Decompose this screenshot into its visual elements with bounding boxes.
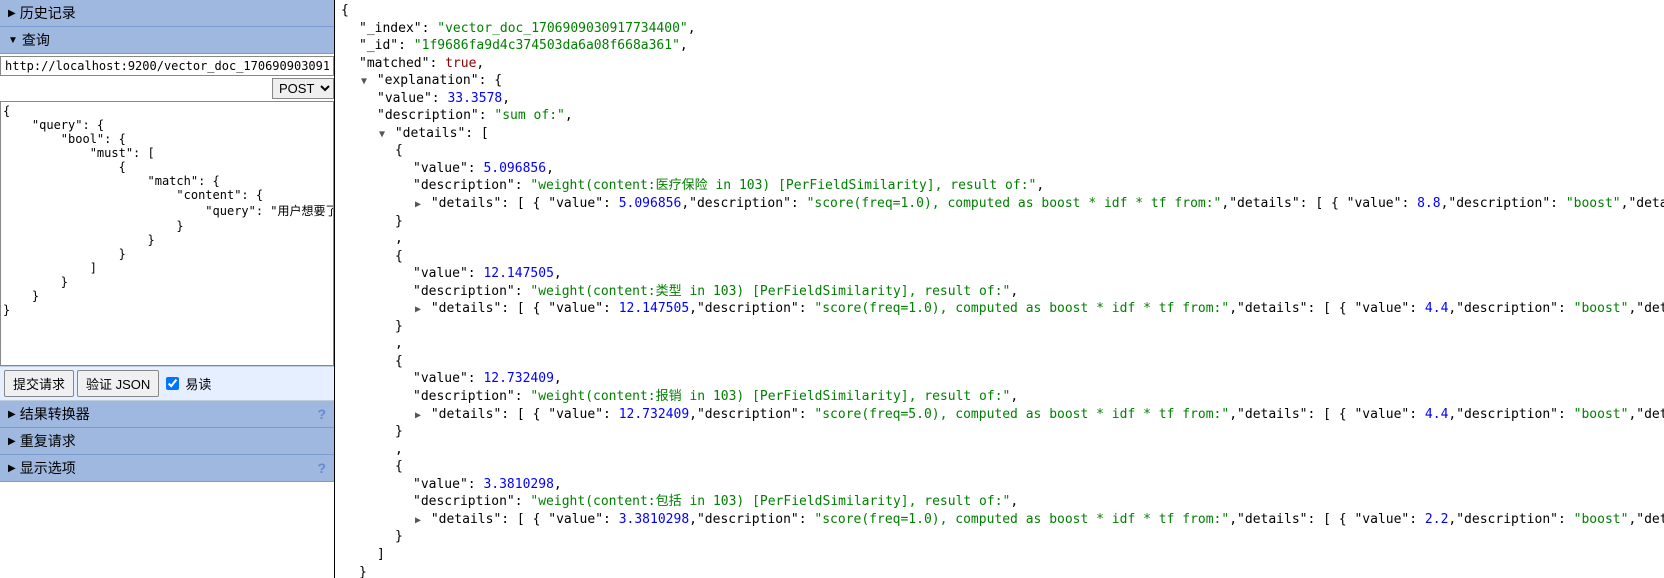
left-panel: ▶ 历史记录 ▼ 查询 POST 提交请求 验证 JSON 易读 ▶ 结果转换器… (0, 0, 335, 578)
json-line: "value": 33.3578, (341, 90, 1664, 108)
json-line: "value": 12.147505, (341, 265, 1664, 283)
json-line: } (341, 213, 1664, 231)
help-icon[interactable]: ? (317, 460, 326, 476)
display-section-header[interactable]: ▶ 显示选项 ? (0, 455, 334, 482)
json-line: "description": "weight(content:报销 in 103… (341, 388, 1664, 406)
json-line: } (341, 528, 1664, 546)
chevron-down-icon: ▼ (8, 35, 18, 46)
toggle-icon[interactable]: ▶ (413, 198, 423, 212)
json-line: ▶ "details": [ { "value": 3.3810298,"des… (341, 511, 1664, 529)
history-label: 历史记录 (20, 3, 76, 23)
toggle-icon[interactable]: ▶ (413, 303, 423, 317)
request-body-textarea[interactable] (0, 101, 334, 366)
json-line: , (341, 230, 1664, 248)
json-line: , (341, 441, 1664, 459)
json-line: { (341, 353, 1664, 371)
chevron-right-icon: ▶ (8, 8, 16, 19)
button-row: 提交请求 验证 JSON 易读 (0, 366, 334, 401)
json-line: ▼ "details": [ (341, 125, 1664, 143)
toggle-icon[interactable]: ▶ (413, 409, 423, 423)
json-line: } (341, 423, 1664, 441)
json-line: ▼ "explanation": { (341, 72, 1664, 90)
url-input[interactable] (0, 56, 334, 76)
chevron-right-icon: ▶ (8, 436, 16, 447)
query-label: 查询 (22, 30, 50, 50)
json-line: ▶ "details": [ { "value": 12.732409,"des… (341, 406, 1664, 424)
json-line: "_id": "1f9686fa9d4c374503da6a08f668a361… (341, 37, 1664, 55)
json-line: "value": 5.096856, (341, 160, 1664, 178)
json-line: { (341, 142, 1664, 160)
submit-button[interactable]: 提交请求 (4, 370, 74, 397)
json-line: { (341, 2, 1664, 20)
validate-json-button[interactable]: 验证 JSON (77, 370, 159, 397)
pretty-checkbox[interactable] (166, 377, 179, 390)
chevron-right-icon: ▶ (8, 463, 16, 474)
query-section-header[interactable]: ▼ 查询 (0, 27, 334, 54)
history-section-header[interactable]: ▶ 历史记录 (0, 0, 334, 27)
json-line: ▶ "details": [ { "value": 12.147505,"des… (341, 300, 1664, 318)
toggle-icon[interactable]: ▼ (359, 75, 369, 89)
pretty-label: 易读 (185, 374, 211, 393)
json-line: "value": 3.3810298, (341, 476, 1664, 494)
transformer-section-header[interactable]: ▶ 结果转换器 ? (0, 401, 334, 428)
json-line: , (341, 335, 1664, 353)
json-line: "description": "sum of:", (341, 107, 1664, 125)
json-line: "value": 12.732409, (341, 370, 1664, 388)
json-line: } (341, 564, 1664, 578)
json-line: "_index": "vector_doc_170690903091773440… (341, 20, 1664, 38)
json-line: ] (341, 546, 1664, 564)
json-line: "description": "weight(content:医疗保险 in 1… (341, 177, 1664, 195)
toggle-icon[interactable]: ▼ (377, 128, 387, 142)
repeat-section-header[interactable]: ▶ 重复请求 (0, 428, 334, 455)
chevron-right-icon: ▶ (8, 409, 16, 420)
display-label: 显示选项 (20, 458, 76, 478)
repeat-label: 重复请求 (20, 431, 76, 451)
json-line: { (341, 458, 1664, 476)
transformer-label: 结果转换器 (20, 404, 90, 424)
json-line: "description": "weight(content:类型 in 103… (341, 283, 1664, 301)
json-line: } (341, 318, 1664, 336)
method-row: POST (0, 76, 334, 101)
json-line: "description": "weight(content:包括 in 103… (341, 493, 1664, 511)
json-response-panel: { "_index": "vector_doc_1706909030917734… (335, 0, 1664, 578)
http-method-select[interactable]: POST (272, 78, 334, 99)
json-line: "matched": true, (341, 55, 1664, 73)
toggle-icon[interactable]: ▶ (413, 514, 423, 528)
json-line: ▶ "details": [ { "value": 5.096856,"desc… (341, 195, 1664, 213)
json-line: { (341, 248, 1664, 266)
help-icon[interactable]: ? (317, 406, 326, 422)
